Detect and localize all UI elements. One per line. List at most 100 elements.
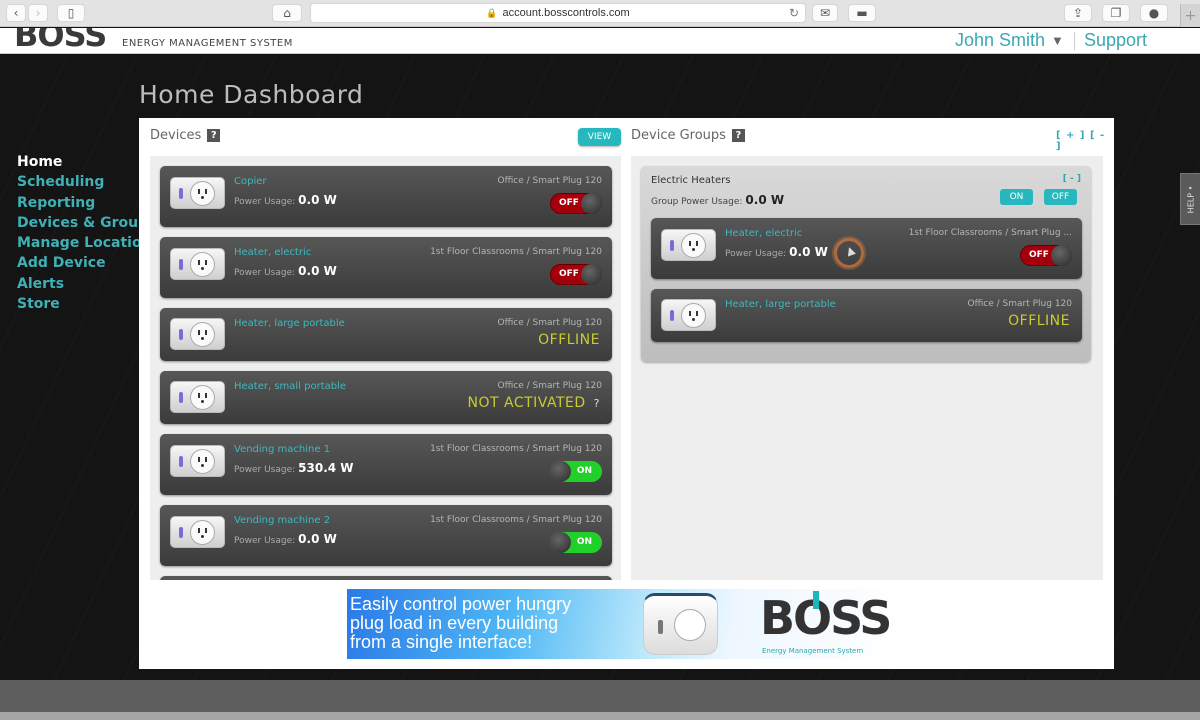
sidebar-icon[interactable]: ▯ <box>57 4 85 22</box>
print-icon[interactable]: ▬ <box>848 4 876 22</box>
group-on-button[interactable]: ON <box>1000 189 1033 205</box>
devices-list[interactable]: Copier Power Usage: 0.0 W Office / Smart … <box>150 156 621 580</box>
footer-bottom <box>0 712 1200 720</box>
smart-plug-icon <box>170 445 225 477</box>
device-row[interactable]: Heater, small portable Office / Smart Pl… <box>160 371 612 424</box>
url-text: account.bosscontrols.com <box>502 7 630 19</box>
power-value: 0.0 W <box>298 193 337 207</box>
device-row[interactable]: Vending machine 2 Power Usage: 0.0 W 1st … <box>160 505 612 566</box>
toggle-knob <box>581 193 602 214</box>
power-value: 0.0 W <box>789 245 828 259</box>
device-name[interactable]: Heater, electric <box>725 228 802 239</box>
page-title: Home Dashboard <box>139 80 364 109</box>
logo-subtitle: ENERGY MANAGEMENT SYSTEM <box>122 38 293 49</box>
device-row[interactable]: Vending machine 1 Power Usage: 530.4 W 1s… <box>160 434 612 495</box>
smart-plug-icon <box>661 229 716 261</box>
tabs-icon[interactable]: ❐ <box>1102 4 1130 22</box>
expand-collapse-all[interactable]: [ + ] [ - ] <box>1056 130 1114 152</box>
footer <box>0 680 1200 712</box>
power-label: Power Usage: <box>234 197 296 207</box>
share-icon[interactable]: ⇪ <box>1064 4 1092 22</box>
group-collapse-button[interactable]: [ - ] <box>1063 174 1081 184</box>
device-location: 1st Floor Classrooms / Smart Plug 120 <box>430 515 602 525</box>
reload-icon[interactable]: ↻ <box>789 6 799 20</box>
support-link[interactable]: Support <box>1084 30 1147 51</box>
lock-icon: 🔒 <box>486 7 498 18</box>
group-device-row[interactable]: Heater, electric Power Usage: 0.0 W 1st F… <box>651 218 1082 279</box>
power-label: Power Usage: <box>725 249 787 259</box>
group-off-button[interactable]: OFF <box>1044 189 1077 205</box>
help-icon[interactable]: ? <box>207 129 221 142</box>
power-label: Power Usage: <box>234 268 296 278</box>
power-value: 530.4 W <box>298 461 354 475</box>
groups-list: Electric Heaters Group Power Usage: 0.0 W… <box>631 156 1103 580</box>
power-toggle[interactable]: ON <box>550 532 602 553</box>
user-name[interactable]: John Smith <box>955 30 1045 51</box>
home-icon[interactable]: ⌂ <box>272 4 302 22</box>
help-tab[interactable]: HELP • <box>1180 173 1200 225</box>
new-tab-icon[interactable]: + <box>1180 4 1200 27</box>
device-name[interactable]: Heater, large portable <box>725 299 836 310</box>
power-toggle[interactable]: OFF <box>1020 245 1072 266</box>
status-badge: OFFLINE <box>538 332 600 348</box>
device-row[interactable]: Heater, electric Power Usage: 0.0 W 1st F… <box>160 237 612 298</box>
device-name[interactable]: Heater, small portable <box>234 381 346 392</box>
toggle-knob <box>550 532 571 553</box>
help-tab-label: HELP • <box>1186 185 1195 213</box>
logo[interactable]: BOSS <box>14 28 107 53</box>
back-icon[interactable]: ‹ <box>6 4 26 22</box>
toggle-label: ON <box>576 537 592 547</box>
device-power: Power Usage: 0.0 W <box>234 193 337 207</box>
toggle-label: ON <box>576 466 592 476</box>
power-value: 0.0 W <box>298 532 337 546</box>
group-device-row[interactable]: Heater, large portable Office / Smart Pl… <box>651 289 1082 342</box>
device-name[interactable]: Vending machine 1 <box>234 444 330 455</box>
device-location: Office / Smart Plug 120 <box>497 176 603 186</box>
toggle-label: OFF <box>1029 250 1049 260</box>
smart-plug-icon <box>170 248 225 280</box>
user-menu[interactable]: John Smith ▼ <box>955 30 1064 51</box>
site-header: BOSS ENERGY MANAGEMENT SYSTEM John Smith… <box>0 28 1200 54</box>
view-button[interactable]: VIEW <box>578 128 621 146</box>
smart-plug-icon <box>170 177 225 209</box>
dashboard-card: Devices ? VIEW Copier Power Usage: 0.0 W … <box>139 118 1114 669</box>
devices-title: Devices <box>150 128 202 143</box>
help-icon[interactable]: ? <box>731 129 745 142</box>
device-row[interactable]: Copier Power Usage: 0.0 W Office / Smart … <box>160 166 612 227</box>
forward-icon[interactable]: › <box>28 4 48 22</box>
device-name[interactable]: Copier <box>234 176 267 187</box>
banner-logo-subtitle: Energy Management System <box>762 647 864 655</box>
power-toggle[interactable]: ON <box>550 461 602 482</box>
power-toggle[interactable]: OFF <box>550 193 602 214</box>
device-name[interactable]: Vending machine 2 <box>234 515 330 526</box>
chevron-down-icon[interactable]: ▼ <box>1051 33 1064 48</box>
divider <box>1074 32 1075 50</box>
mail-icon[interactable]: ✉ <box>812 4 838 22</box>
device-location: 1st Floor Classrooms / Smart Plug 120 <box>430 444 602 454</box>
status-badge: OFFLINE <box>1008 313 1070 329</box>
toggle-label: OFF <box>559 198 579 208</box>
device-location: Office / Smart Plug 120 <box>967 299 1073 309</box>
download-icon[interactable]: ● <box>1140 4 1168 22</box>
device-power: Power Usage: 530.4 W <box>234 461 354 475</box>
toggle-knob <box>581 264 602 285</box>
device-location: Office / Smart Plug 120 <box>497 318 603 328</box>
device-name[interactable]: Heater, electric <box>234 247 311 258</box>
browser-toolbar: ‹ › ▯ ⌂ 🔒 account.bosscontrols.com ↻ ✉ ▬… <box>0 0 1200 27</box>
device-row[interactable]: Heater, large portable Office / Smart Pl… <box>160 308 612 361</box>
power-toggle[interactable]: OFF <box>550 264 602 285</box>
help-icon[interactable]: ? <box>594 397 600 410</box>
device-power: Power Usage: 0.0 W <box>234 264 337 278</box>
banner-line: from a single interface! <box>350 632 533 652</box>
banner-logo: BOSS <box>760 591 892 645</box>
device-location: 1st Floor Classrooms / Smart Plug 120 <box>430 247 602 257</box>
promo-banner[interactable]: Easily control power hungry plug load in… <box>347 589 898 659</box>
address-bar[interactable]: 🔒 account.bosscontrols.com ↻ <box>310 3 806 23</box>
group-power-value: 0.0 W <box>745 193 785 207</box>
device-location: 1st Floor Classrooms / Smart Plug ... <box>908 228 1072 238</box>
groups-header: Device Groups ? <box>631 128 745 143</box>
power-label: Power Usage: <box>234 536 296 546</box>
device-name[interactable]: Heater, large portable <box>234 318 345 329</box>
group-power-label: Group Power Usage: <box>651 197 743 207</box>
device-row[interactable] <box>160 576 612 580</box>
